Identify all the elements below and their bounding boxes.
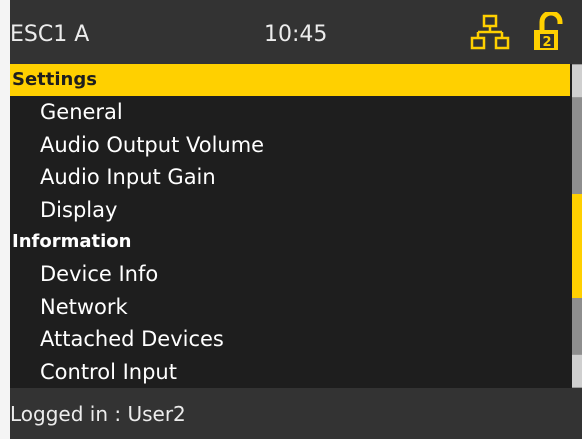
menu-item[interactable]: Control Input	[10, 356, 570, 388]
menu-item[interactable]: Device Info	[10, 258, 570, 290]
menu-section-header[interactable]: Information	[10, 226, 570, 258]
clock: 10:45	[264, 22, 328, 47]
scroll-track[interactable]	[572, 98, 582, 354]
unlocked-padlock-icon: 2	[534, 12, 563, 50]
menu-item[interactable]: General	[10, 96, 570, 128]
menu-item[interactable]: Attached Devices	[10, 323, 570, 355]
login-status: Logged in : User2	[10, 402, 186, 426]
device-screen: ESC1 A 10:45 2 Settings General Audio Outp…	[10, 0, 582, 439]
menu-item[interactable]: Audio Input Gain	[10, 161, 570, 193]
network-icon	[470, 14, 510, 50]
scroll-up-button[interactable]	[572, 64, 582, 98]
menu-item[interactable]: Audio Output Volume	[10, 129, 570, 161]
lock-badge: 2	[542, 35, 551, 50]
menu-item[interactable]: Network	[10, 291, 570, 323]
scrollbar[interactable]	[572, 64, 582, 388]
menu-section-header[interactable]: Settings	[10, 64, 570, 96]
menu-item[interactable]: Display	[10, 194, 570, 226]
menu-list: Settings General Audio Output Volume Audio …	[10, 64, 570, 388]
scroll-thumb[interactable]	[572, 194, 582, 298]
status-bar: Logged in : User2	[10, 388, 582, 439]
device-name: ESC1 A	[10, 22, 90, 47]
title-bar: ESC1 A 10:45 2	[10, 0, 582, 64]
scroll-down-button[interactable]	[572, 354, 582, 388]
